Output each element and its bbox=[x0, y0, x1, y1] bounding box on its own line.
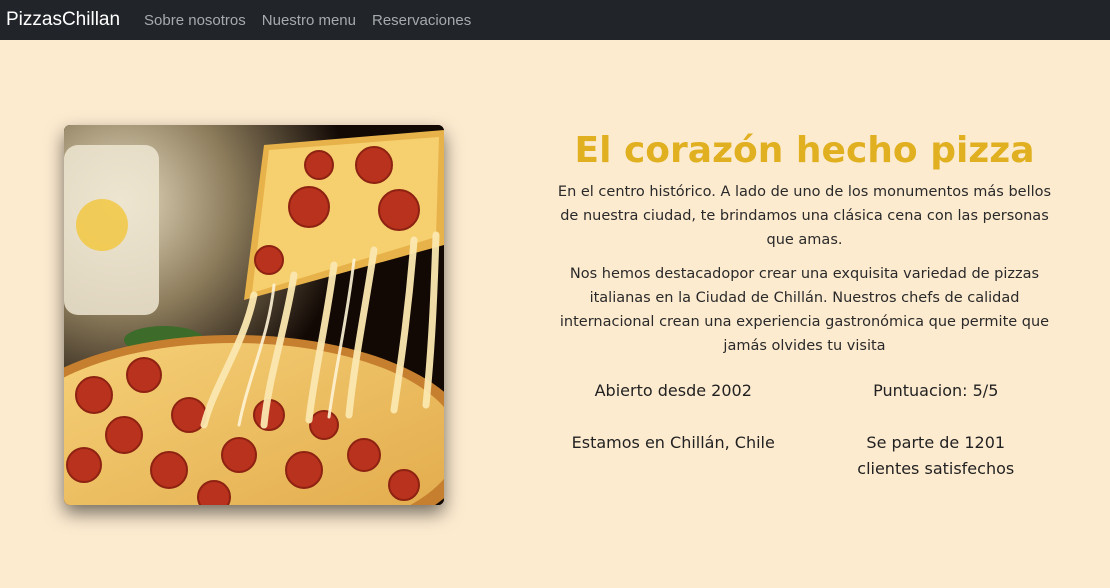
nav-link-sobre-nosotros[interactable]: Sobre nosotros bbox=[144, 12, 246, 29]
nav-link-nuestro-menu[interactable]: Nuestro menu bbox=[262, 12, 356, 29]
pizza-slice-image bbox=[64, 125, 444, 505]
page-title: El corazón hecho pizza bbox=[574, 130, 1035, 171]
facts-grid: Abierto desde 2002 Puntuacion: 5/5 Estam… bbox=[542, 378, 1067, 482]
fact-location: Estamos en Chillán, Chile bbox=[571, 433, 775, 452]
pizza-image bbox=[64, 125, 444, 505]
about-section: El corazón hecho pizza En el centro hist… bbox=[542, 128, 1067, 358]
fact-customers: Se parte de 1201 clientes satisfechos bbox=[857, 433, 1015, 478]
navbar: PizzasChillan Sobre nosotros Nuestro men… bbox=[0, 0, 1110, 40]
nav-link-reservaciones[interactable]: Reservaciones bbox=[372, 12, 471, 29]
brand-link[interactable]: PizzasChillan bbox=[6, 9, 120, 31]
fact-rating: Puntuacion: 5/5 bbox=[873, 381, 999, 400]
description-paragraph: Nos hemos destacadopor crear una exquisi… bbox=[559, 266, 1050, 354]
fact-open-since: Abierto desde 2002 bbox=[594, 381, 752, 400]
intro-paragraph: En el centro histórico. A lado de uno de… bbox=[557, 184, 1052, 248]
